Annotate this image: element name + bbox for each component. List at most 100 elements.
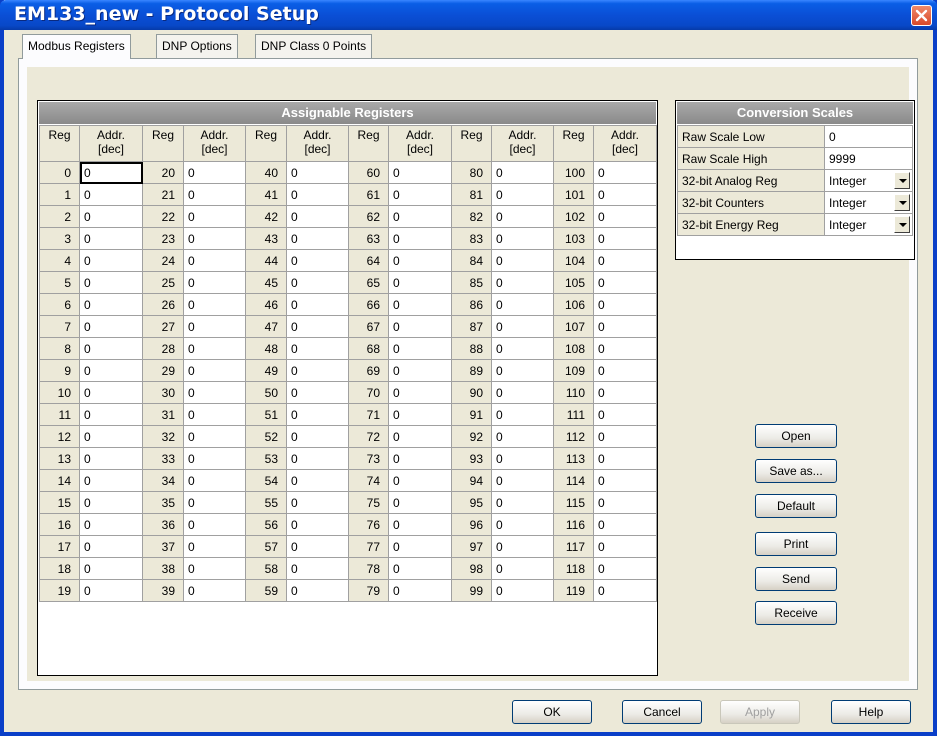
register-address-field[interactable]: 0 — [388, 161, 452, 184]
register-address-field[interactable]: 0 — [79, 579, 143, 602]
register-address-field[interactable]: 0 — [593, 271, 657, 294]
default-button[interactable]: Default — [755, 494, 837, 518]
register-address-field[interactable]: 0 — [388, 535, 452, 558]
register-address-field[interactable]: 0 — [491, 579, 554, 602]
raw-scale-low-field[interactable]: 0 — [824, 125, 913, 148]
register-address-field[interactable]: 0 — [286, 403, 349, 426]
register-address-field[interactable]: 0 — [79, 315, 143, 338]
register-address-field[interactable]: 0 — [183, 403, 246, 426]
register-address-field[interactable]: 0 — [286, 425, 349, 448]
register-address-field[interactable]: 0 — [593, 579, 657, 602]
register-address-field[interactable]: 0 — [491, 557, 554, 580]
raw-scale-high-field[interactable]: 9999 — [824, 147, 913, 170]
register-address-field[interactable]: 0 — [183, 249, 246, 272]
send-button[interactable]: Send — [755, 567, 837, 591]
register-address-field[interactable]: 0 — [79, 469, 143, 492]
register-address-field[interactable]: 0 — [388, 469, 452, 492]
register-address-field[interactable]: 0 — [593, 425, 657, 448]
register-address-field[interactable]: 0 — [286, 315, 349, 338]
register-address-field[interactable]: 0 — [183, 469, 246, 492]
register-address-field[interactable]: 0 — [183, 513, 246, 536]
register-address-field[interactable]: 0 — [593, 293, 657, 316]
tab-modbus-registers[interactable]: Modbus Registers — [22, 34, 131, 59]
register-address-field[interactable]: 0 — [286, 271, 349, 294]
register-address-field[interactable]: 0 — [491, 161, 554, 184]
register-address-field[interactable]: 0 — [183, 337, 246, 360]
register-address-field[interactable]: 0 — [593, 227, 657, 250]
register-address-field[interactable]: 0 — [79, 161, 143, 184]
register-address-field[interactable]: 0 — [79, 535, 143, 558]
register-address-field[interactable]: 0 — [183, 447, 246, 470]
register-address-field[interactable]: 0 — [593, 447, 657, 470]
register-address-field[interactable]: 0 — [286, 535, 349, 558]
register-address-field[interactable]: 0 — [79, 205, 143, 228]
receive-button[interactable]: Receive — [755, 601, 837, 625]
register-address-field[interactable]: 0 — [491, 491, 554, 514]
register-address-field[interactable]: 0 — [286, 293, 349, 316]
register-address-field[interactable]: 0 — [286, 359, 349, 382]
register-address-field[interactable]: 0 — [79, 557, 143, 580]
chevron-down-icon[interactable] — [894, 172, 910, 189]
tab-dnp-class-0-points[interactable]: DNP Class 0 Points — [255, 34, 373, 58]
register-address-field[interactable]: 0 — [286, 227, 349, 250]
register-address-field[interactable]: 0 — [491, 513, 554, 536]
register-address-field[interactable]: 0 — [491, 535, 554, 558]
apply-button[interactable]: Apply — [720, 700, 800, 724]
register-address-field[interactable]: 0 — [593, 205, 657, 228]
register-address-field[interactable]: 0 — [286, 579, 349, 602]
register-address-field[interactable]: 0 — [286, 513, 349, 536]
open-button[interactable]: Open — [755, 424, 837, 448]
register-address-field[interactable]: 0 — [593, 183, 657, 206]
register-address-field[interactable]: 0 — [388, 579, 452, 602]
register-address-field[interactable]: 0 — [183, 579, 246, 602]
register-address-field[interactable]: 0 — [79, 293, 143, 316]
register-address-field[interactable]: 0 — [388, 513, 452, 536]
register-address-field[interactable]: 0 — [388, 447, 452, 470]
register-address-field[interactable]: 0 — [79, 359, 143, 382]
register-address-field[interactable]: 0 — [183, 227, 246, 250]
energy-reg-select[interactable]: Integer — [824, 213, 913, 236]
register-address-field[interactable]: 0 — [491, 227, 554, 250]
register-address-field[interactable]: 0 — [593, 161, 657, 184]
title-bar[interactable]: EM133_new - Protocol Setup — [0, 0, 937, 30]
register-address-field[interactable]: 0 — [183, 205, 246, 228]
register-address-field[interactable]: 0 — [286, 469, 349, 492]
register-address-field[interactable]: 0 — [183, 359, 246, 382]
register-address-field[interactable]: 0 — [183, 535, 246, 558]
chevron-down-icon[interactable] — [894, 194, 910, 211]
register-address-field[interactable]: 0 — [388, 337, 452, 360]
register-address-field[interactable]: 0 — [183, 293, 246, 316]
register-address-field[interactable]: 0 — [79, 491, 143, 514]
save-as-button[interactable]: Save as... — [755, 459, 837, 483]
register-address-field[interactable]: 0 — [388, 359, 452, 382]
register-address-field[interactable]: 0 — [491, 315, 554, 338]
register-address-field[interactable]: 0 — [388, 205, 452, 228]
register-address-field[interactable]: 0 — [79, 513, 143, 536]
register-address-field[interactable]: 0 — [388, 491, 452, 514]
register-address-field[interactable]: 0 — [491, 403, 554, 426]
register-address-field[interactable]: 0 — [491, 249, 554, 272]
register-address-field[interactable]: 0 — [593, 513, 657, 536]
register-address-field[interactable]: 0 — [593, 403, 657, 426]
register-address-field[interactable]: 0 — [593, 557, 657, 580]
register-address-field[interactable]: 0 — [593, 315, 657, 338]
register-address-field[interactable]: 0 — [491, 469, 554, 492]
print-button[interactable]: Print — [755, 532, 837, 556]
register-address-field[interactable]: 0 — [183, 271, 246, 294]
register-address-field[interactable]: 0 — [183, 315, 246, 338]
register-address-field[interactable]: 0 — [491, 205, 554, 228]
analog-reg-select[interactable]: Integer — [824, 169, 913, 192]
help-button[interactable]: Help — [831, 700, 911, 724]
register-address-field[interactable]: 0 — [491, 447, 554, 470]
register-address-field[interactable]: 0 — [491, 381, 554, 404]
register-address-field[interactable]: 0 — [286, 447, 349, 470]
register-address-field[interactable]: 0 — [491, 293, 554, 316]
register-address-field[interactable]: 0 — [183, 425, 246, 448]
ok-button[interactable]: OK — [512, 700, 592, 724]
register-address-field[interactable]: 0 — [79, 227, 143, 250]
register-address-field[interactable]: 0 — [79, 425, 143, 448]
register-address-field[interactable]: 0 — [286, 205, 349, 228]
register-address-field[interactable]: 0 — [286, 381, 349, 404]
tab-dnp-options[interactable]: DNP Options — [156, 34, 238, 58]
register-address-field[interactable]: 0 — [286, 249, 349, 272]
